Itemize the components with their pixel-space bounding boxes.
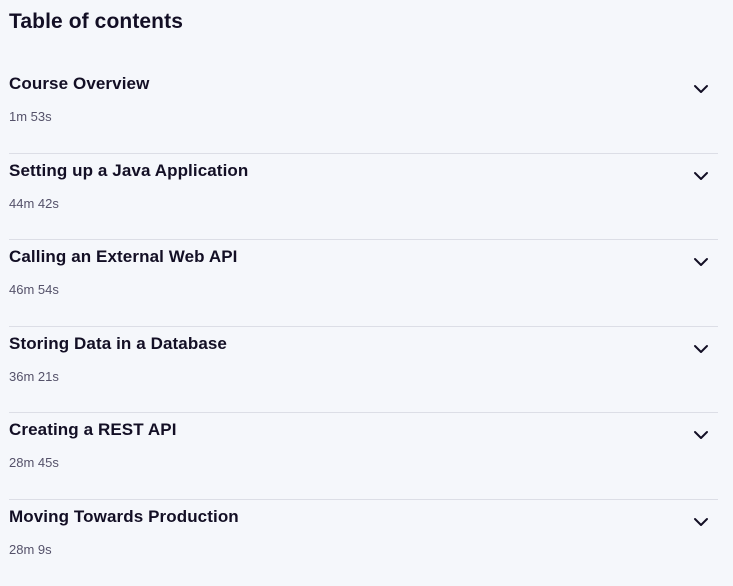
module-title[interactable]: Creating a REST API xyxy=(9,419,177,441)
module-duration: 44m 42s xyxy=(9,196,59,212)
module-duration: 46m 54s xyxy=(9,282,59,298)
module-duration: 1m 53s xyxy=(9,109,52,125)
chevron-down-icon[interactable] xyxy=(690,511,712,533)
chevron-down-icon[interactable] xyxy=(690,78,712,100)
chevron-down-icon[interactable] xyxy=(690,251,712,273)
module-item[interactable]: Course Overview 1m 53s xyxy=(9,67,718,154)
chevron-down-icon[interactable] xyxy=(690,338,712,360)
module-item[interactable]: Storing Data in a Database 36m 21s xyxy=(9,327,718,414)
module-title[interactable]: Course Overview xyxy=(9,73,149,95)
module-duration: 28m 9s xyxy=(9,542,52,558)
module-duration: 28m 45s xyxy=(9,455,59,471)
chevron-down-icon[interactable] xyxy=(690,165,712,187)
module-item[interactable]: Calling an External Web API 46m 54s xyxy=(9,240,718,327)
module-item[interactable]: Creating a REST API 28m 45s xyxy=(9,413,718,500)
module-title[interactable]: Storing Data in a Database xyxy=(9,333,227,355)
module-list: Course Overview 1m 53s Setting up a Java… xyxy=(9,67,718,586)
module-duration: 36m 21s xyxy=(9,369,59,385)
table-of-contents: Table of contents Course Overview 1m 53s… xyxy=(9,0,718,586)
toc-title: Table of contents xyxy=(9,0,718,38)
module-title[interactable]: Moving Towards Production xyxy=(9,506,239,528)
module-item[interactable]: Moving Towards Production 28m 9s xyxy=(9,500,718,586)
module-item[interactable]: Setting up a Java Application 44m 42s xyxy=(9,154,718,241)
chevron-down-icon[interactable] xyxy=(690,424,712,446)
module-title[interactable]: Setting up a Java Application xyxy=(9,160,248,182)
module-title[interactable]: Calling an External Web API xyxy=(9,246,237,268)
